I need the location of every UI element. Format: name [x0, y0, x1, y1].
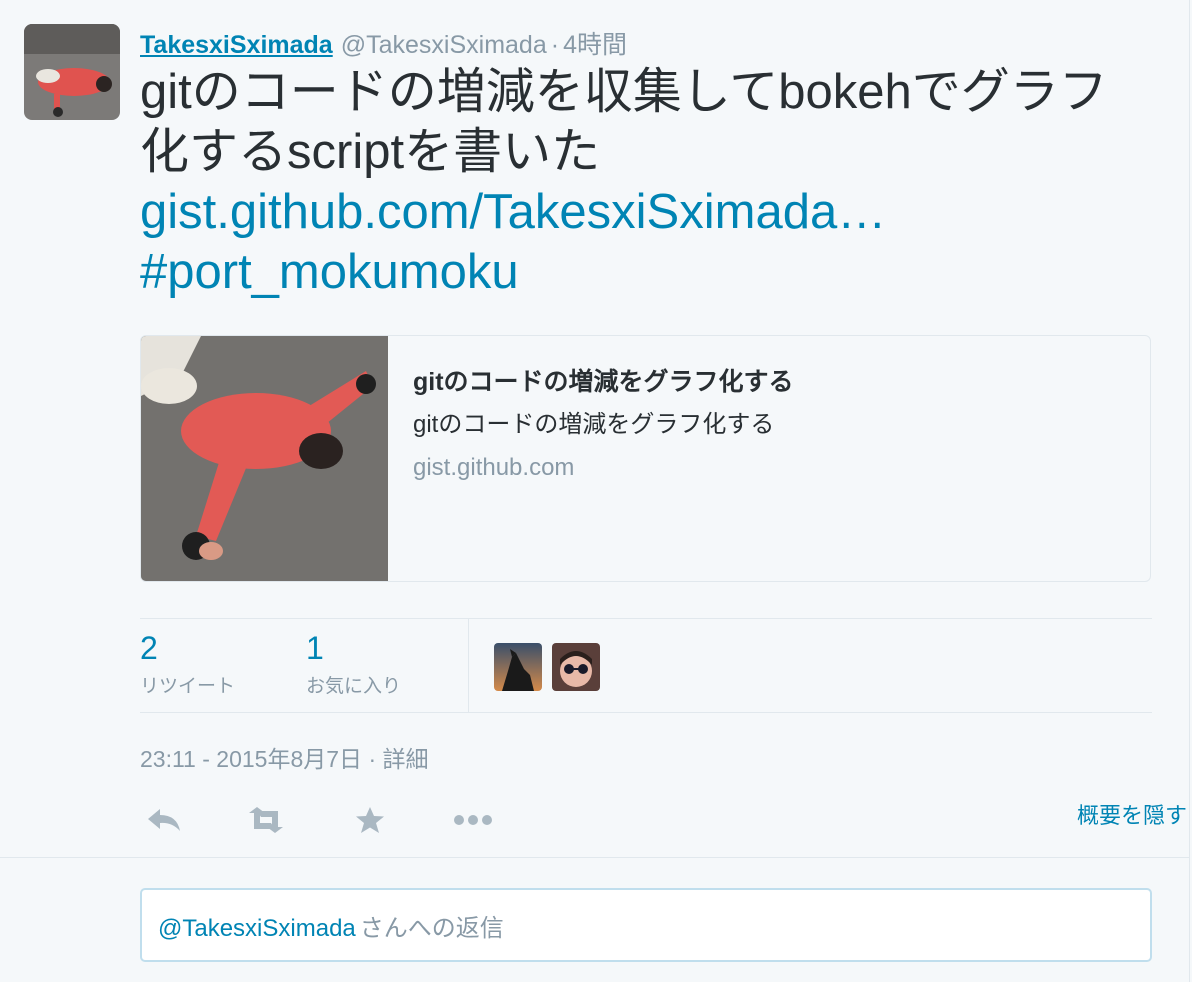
tweet-hashtag[interactable]: #port_mokumoku	[140, 242, 1150, 302]
retweet-stat[interactable]: 2 リツイート	[140, 629, 235, 698]
favorite-label[interactable]: お気に入り	[306, 671, 401, 698]
tweet-timestamp[interactable]: 23:11 - 2015年8月7日	[140, 746, 362, 772]
author-screen-name[interactable]: @TakesxiSximada	[341, 31, 547, 59]
card-domain: gist.github.com	[413, 454, 575, 481]
card-title[interactable]: gitのコードの増減をグラフ化する	[413, 362, 794, 398]
star-icon	[356, 807, 384, 833]
reply-placeholder: さんへの返信	[359, 915, 504, 942]
more-icon	[454, 815, 492, 825]
header-separator: ·	[550, 31, 560, 59]
favorite-button[interactable]	[346, 800, 394, 840]
retweet-icon	[249, 807, 283, 833]
tweet-text: gitのコードの増減を収集してbokehでグラフ化するscriptを書いた gi…	[140, 62, 1150, 302]
favorite-count[interactable]: 1	[306, 629, 401, 667]
reply-button[interactable]	[140, 800, 188, 840]
details-link[interactable]: 詳細	[383, 746, 429, 772]
summary-card[interactable]: gitのコードの増減をグラフ化する gitのコードの増減をグラフ化する gist…	[140, 335, 1151, 582]
retweet-button[interactable]	[242, 800, 290, 840]
meta-separator: ·	[368, 746, 377, 772]
tweet-header: TakesxiSximada @TakesxiSximada · 4時間	[140, 25, 627, 61]
tweet-relative-time[interactable]: 4時間	[563, 31, 627, 59]
card-image[interactable]	[141, 336, 388, 581]
favoriter-avatar[interactable]	[494, 643, 542, 691]
retweet-label[interactable]: リツイート	[140, 671, 235, 698]
card-description: gitのコードの増減をグラフ化する	[413, 411, 775, 438]
favorite-stat[interactable]: 1 お気に入り	[306, 629, 401, 698]
stats-divider	[468, 619, 469, 712]
retweet-count[interactable]: 2	[140, 629, 235, 667]
more-button[interactable]	[449, 800, 497, 840]
author-fullname[interactable]: TakesxiSximada	[140, 31, 333, 59]
collapse-link[interactable]: 概要を隠す	[1077, 798, 1187, 830]
tweet-actions	[140, 800, 1152, 840]
reply-mention: @TakesxiSximada	[158, 915, 356, 942]
tweet-detail-panel: TakesxiSximada @TakesxiSximada · 4時間 gitのコー…	[0, 0, 1190, 982]
tweet-body: gitのコードの増減を収集してbokehでグラフ化するscriptを書いた	[140, 65, 1108, 179]
tweet-link[interactable]: gist.github.com/TakesxiSximada…	[140, 182, 1150, 242]
retweeter-avatar[interactable]	[552, 643, 600, 691]
tweet-meta: 23:11 - 2015年8月7日 · 詳細	[140, 740, 429, 774]
reply-icon	[148, 809, 180, 831]
section-divider	[0, 857, 1190, 858]
reply-input[interactable]: @TakesxiSximada さんへの返信	[140, 888, 1152, 962]
tweet-stats: 2 リツイート 1 お気に入り	[140, 618, 1152, 713]
author-avatar[interactable]	[24, 24, 120, 120]
